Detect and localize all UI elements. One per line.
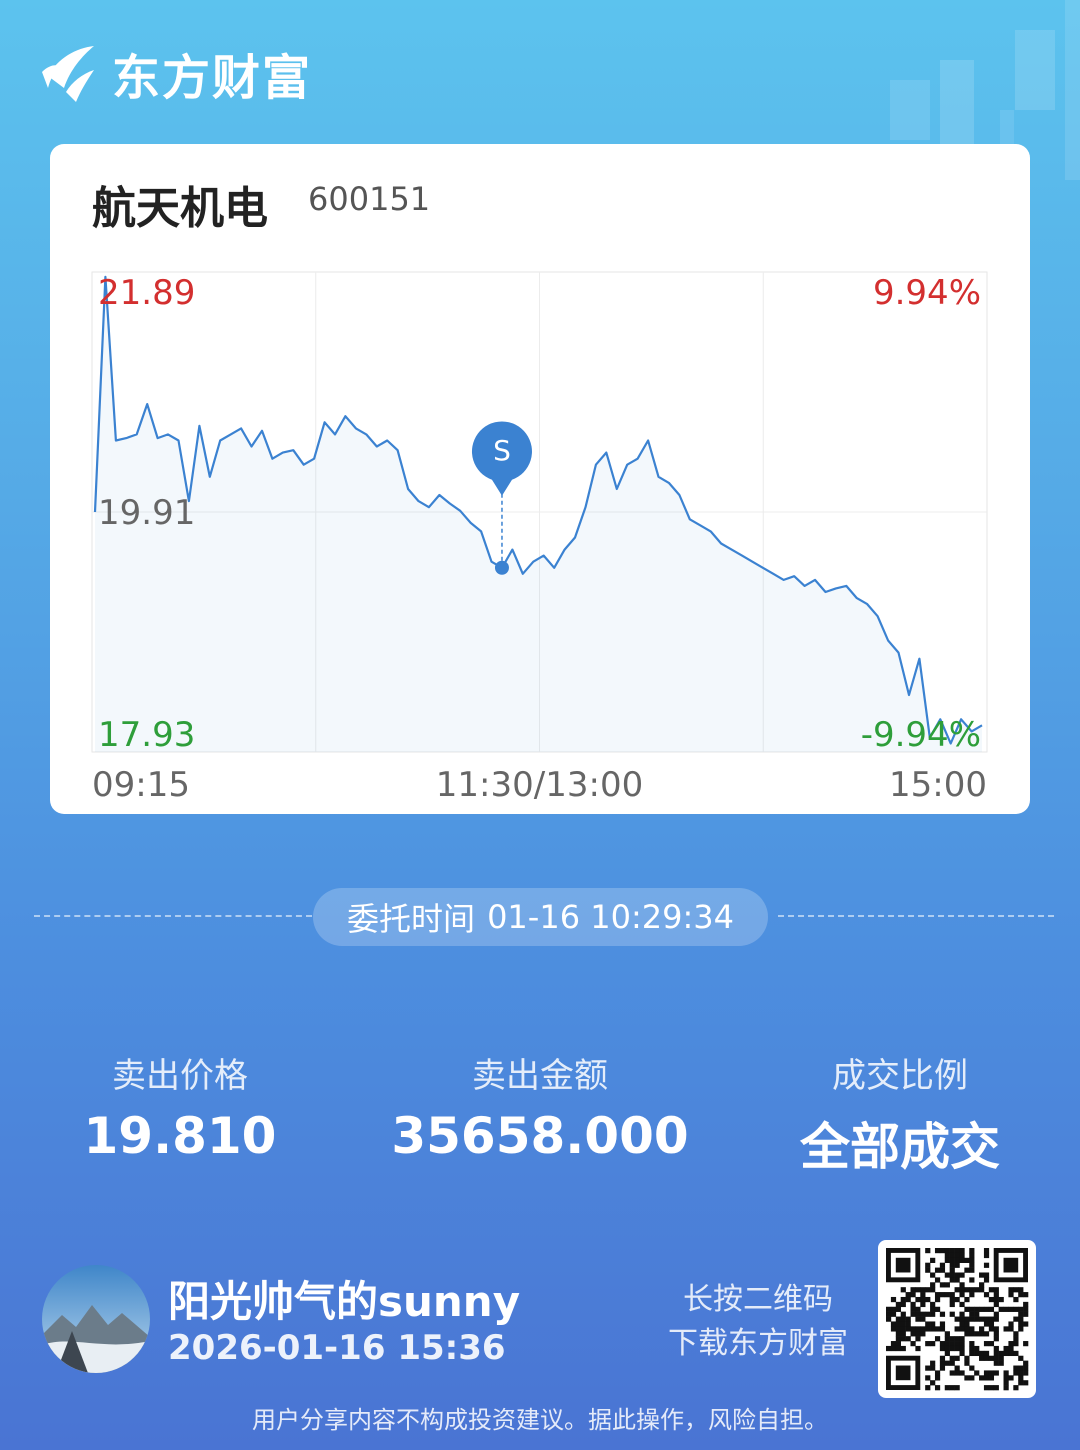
qr-hint-line1: 长按二维码: [683, 1282, 833, 1317]
divider-right: [778, 915, 1054, 917]
mountain-avatar-icon: [42, 1265, 150, 1373]
stock-chart-card: 航天机电 600151 S 21.89 19.91 17.93 9.94% -9.94% 0…: [50, 144, 1030, 814]
order-time-value: 01-16 10:29:34: [487, 898, 734, 936]
y-label-high: 21.89: [98, 273, 195, 313]
y-label-low: 17.93: [98, 715, 195, 755]
x-tick-midday: 11:30/13:00: [436, 765, 643, 805]
price-area: [95, 276, 982, 752]
stat-value: 35658.000: [391, 1107, 689, 1165]
user-name: 阳光帅气的sunny: [168, 1277, 521, 1326]
stat-fill-ratio: 成交比例 全部成交: [720, 1048, 1080, 1179]
order-time-pill: 委托时间 01-16 10:29:34: [313, 888, 768, 946]
stat-label: 成交比例: [832, 1056, 968, 1096]
eastmoney-logo-icon: [42, 46, 94, 102]
pct-label-high: 9.94%: [873, 273, 981, 313]
qr-code-icon: [886, 1248, 1029, 1391]
stat-label: 卖出金额: [472, 1056, 608, 1096]
intraday-chart: S 21.89 19.91 17.93 9.94% -9.94% 09:15 11:30/13…: [91, 271, 988, 805]
y-label-mid: 19.91: [98, 493, 195, 533]
pct-label-low: -9.94%: [861, 715, 981, 755]
share-time: 2026-01-16 15:36: [168, 1328, 506, 1368]
brand-name: 东方财富: [112, 50, 313, 106]
avatar[interactable]: [42, 1265, 150, 1373]
qr-code[interactable]: [878, 1240, 1036, 1398]
brand-header: 东方财富: [40, 38, 312, 108]
stat-sell-amount: 卖出金额 35658.000: [360, 1048, 720, 1165]
sell-marker-dot: [494, 560, 509, 575]
stat-sell-price: 卖出价格 19.810: [0, 1048, 360, 1165]
qr-hint-line2: 下载东方财富: [668, 1326, 848, 1361]
stat-label: 卖出价格: [112, 1056, 248, 1096]
stat-value: 全部成交: [800, 1118, 1000, 1176]
order-time-label: 委托时间: [347, 900, 476, 938]
disclaimer: 用户分享内容不构成投资建议。据此操作，风险自担。: [252, 1406, 828, 1434]
divider-left: [34, 915, 312, 917]
sell-marker-label: S: [493, 434, 511, 467]
x-tick-open: 09:15: [92, 765, 190, 805]
stat-value: 19.810: [83, 1107, 277, 1165]
x-tick-close: 15:00: [889, 765, 987, 805]
qr-hint: 长按二维码 下载东方财富: [668, 1278, 848, 1366]
